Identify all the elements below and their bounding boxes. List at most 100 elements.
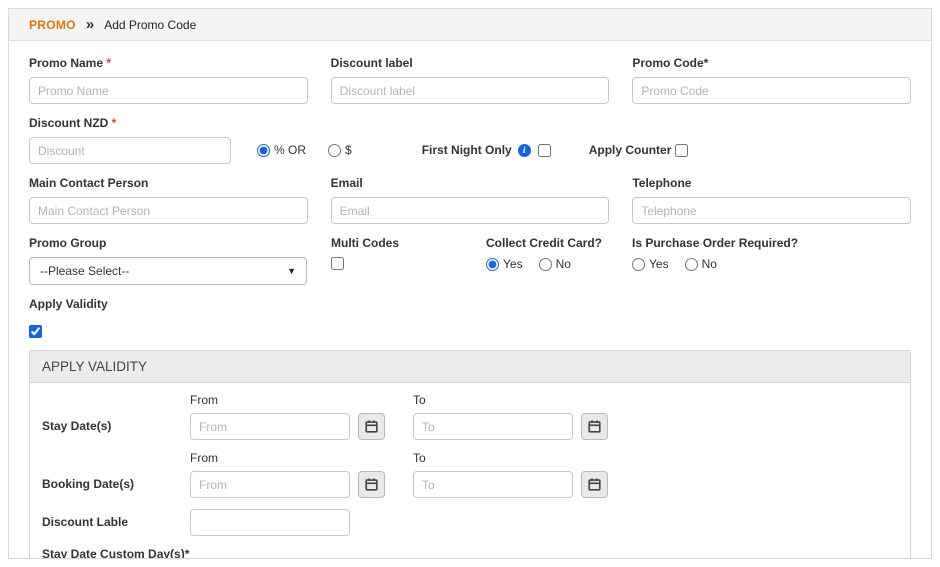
- row-2: Discount NZD * % OR $ First Night Only i…: [29, 116, 911, 164]
- multi-codes-label: Multi Codes: [331, 236, 399, 250]
- booking-to-group: To: [413, 451, 608, 498]
- main-contact-label: Main Contact Person: [29, 176, 149, 190]
- apply-counter-checkbox[interactable]: [675, 143, 689, 157]
- first-night-only-group: First Night Only i: [422, 143, 551, 157]
- booking-to-input[interactable]: [413, 471, 573, 498]
- booking-to-label: To: [413, 451, 426, 465]
- apply-validity-panel-title: APPLY VALIDITY: [30, 351, 910, 383]
- stay-dates-label: Stay Date(s): [42, 419, 112, 433]
- purchase-order-no-label: No: [701, 257, 717, 271]
- promo-code-field: Promo Code*: [632, 56, 912, 104]
- apply-counter-label: Apply Counter: [588, 143, 672, 157]
- form-content: Promo Name * Discount label Promo Code* …: [9, 41, 931, 559]
- discount-nzd-label-text: Discount NZD: [29, 116, 109, 130]
- stay-dates-row: Stay Date(s) From To: [42, 393, 898, 440]
- discount-lable-input[interactable]: [190, 509, 350, 536]
- stay-to-input[interactable]: [413, 413, 573, 440]
- collect-credit-card-no-label: No: [555, 257, 571, 271]
- promo-code-input[interactable]: [632, 77, 912, 104]
- telephone-field: Telephone: [632, 176, 912, 224]
- discount-lable-row: Discount Lable: [42, 509, 898, 536]
- booking-from-calendar-button[interactable]: [358, 471, 385, 498]
- promo-name-label-text: Promo Name: [29, 56, 104, 70]
- collect-credit-card-yes-label: Yes: [503, 257, 523, 271]
- telephone-input[interactable]: [632, 197, 912, 224]
- booking-dates-row: Booking Date(s) From To: [42, 451, 898, 498]
- promo-name-input[interactable]: [29, 77, 308, 104]
- collect-credit-card-no-radio[interactable]: [538, 257, 552, 271]
- discount-nzd-label: Discount NZD *: [29, 116, 231, 130]
- apply-validity-label: Apply Validity: [29, 297, 108, 311]
- calendar-icon: [588, 420, 601, 433]
- add-promo-code-page: PROMO » Add Promo Code Promo Name * Disc…: [8, 8, 932, 559]
- apply-counter-group: Apply Counter: [589, 143, 689, 157]
- info-icon[interactable]: i: [517, 143, 531, 157]
- promo-group-label: Promo Group: [29, 236, 107, 250]
- stay-to-label: To: [413, 393, 426, 407]
- discount-lable-group: [190, 509, 350, 536]
- purchase-order-label: Is Purchase Order Required?: [632, 236, 799, 250]
- discount-nzd-input[interactable]: [29, 137, 231, 164]
- calendar-icon: [365, 478, 378, 491]
- stay-from-input[interactable]: [190, 413, 350, 440]
- first-night-only-label: First Night Only: [421, 143, 512, 157]
- brand-promo-label: PROMO: [29, 17, 76, 32]
- booking-from-group: From: [190, 451, 385, 498]
- promo-name-label: Promo Name *: [29, 56, 308, 70]
- discount-type-dollar-radio[interactable]: [328, 143, 342, 157]
- stay-from-label: From: [190, 393, 218, 407]
- main-contact-field: Main Contact Person: [29, 176, 308, 224]
- breadcrumb-chevron-icon: »: [85, 16, 95, 33]
- stay-to-calendar-button[interactable]: [581, 413, 608, 440]
- promo-name-required-mark: *: [103, 56, 112, 70]
- telephone-label: Telephone: [632, 176, 692, 190]
- stay-to-group: To: [413, 393, 608, 440]
- row-4: Promo Group --Please Select-- ▼ Multi Co…: [29, 236, 911, 285]
- booking-dates-label: Booking Date(s): [42, 477, 135, 491]
- discount-type-dollar-label: $: [345, 143, 352, 157]
- multi-codes-field: Multi Codes: [331, 236, 486, 285]
- apply-validity-panel: APPLY VALIDITY Stay Date(s) From From To…: [29, 350, 911, 559]
- stay-from-group: From: [190, 393, 385, 440]
- collect-credit-card-label: Collect Credit Card?: [486, 236, 603, 250]
- page-title: Add Promo Code: [104, 17, 197, 32]
- multi-codes-option: [331, 257, 486, 270]
- apply-validity-panel-body: Stay Date(s) From To: [30, 383, 910, 559]
- purchase-order-yes-label: Yes: [649, 257, 669, 271]
- discount-nzd-required-mark: *: [108, 116, 117, 130]
- email-label: Email: [330, 176, 363, 190]
- chevron-down-icon: ▼: [287, 266, 296, 276]
- breadcrumb: PROMO » Add Promo Code: [9, 9, 931, 41]
- discount-type-percent-radio[interactable]: [257, 143, 270, 157]
- discount-nzd-field: Discount NZD *: [29, 116, 231, 164]
- discount-type-percent-label: % OR: [274, 143, 307, 157]
- multi-codes-checkbox[interactable]: [331, 257, 344, 270]
- row-1: Promo Name * Discount label Promo Code*: [29, 56, 912, 104]
- collect-credit-card-options: Yes No: [486, 257, 632, 271]
- stay-from-calendar-button[interactable]: [358, 413, 385, 440]
- purchase-order-options: Yes No: [632, 257, 911, 271]
- booking-from-label: From: [190, 451, 218, 465]
- booking-to-calendar-button[interactable]: [581, 471, 608, 498]
- discount-label-input[interactable]: [330, 77, 610, 104]
- apply-validity-checkbox[interactable]: [29, 325, 42, 338]
- discount-type-percent-option: % OR: [257, 143, 306, 157]
- promo-group-select[interactable]: --Please Select-- ▼: [29, 257, 307, 285]
- stay-date-custom-days-label: Stay Date Custom Day(s)*: [42, 547, 190, 559]
- collect-credit-card-yes-radio[interactable]: [486, 257, 499, 271]
- row-3: Main Contact Person Email Telephone: [29, 176, 912, 224]
- first-night-only-checkbox[interactable]: [537, 143, 551, 157]
- discount-label-label: Discount label: [330, 56, 413, 70]
- email-field: Email: [330, 176, 610, 224]
- promo-code-label: Promo Code*: [632, 56, 709, 70]
- promo-group-field: Promo Group --Please Select-- ▼: [29, 236, 307, 285]
- apply-validity-field: Apply Validity: [29, 297, 911, 338]
- promo-name-field: Promo Name *: [29, 56, 308, 104]
- purchase-order-no-radio[interactable]: [684, 257, 698, 271]
- purchase-order-yes-radio[interactable]: [632, 257, 645, 271]
- email-input[interactable]: [330, 197, 610, 224]
- main-contact-input[interactable]: [29, 197, 308, 224]
- discount-type-dollar-option: $: [328, 143, 352, 157]
- purchase-order-field: Is Purchase Order Required? Yes No: [632, 236, 911, 285]
- booking-from-input[interactable]: [190, 471, 350, 498]
